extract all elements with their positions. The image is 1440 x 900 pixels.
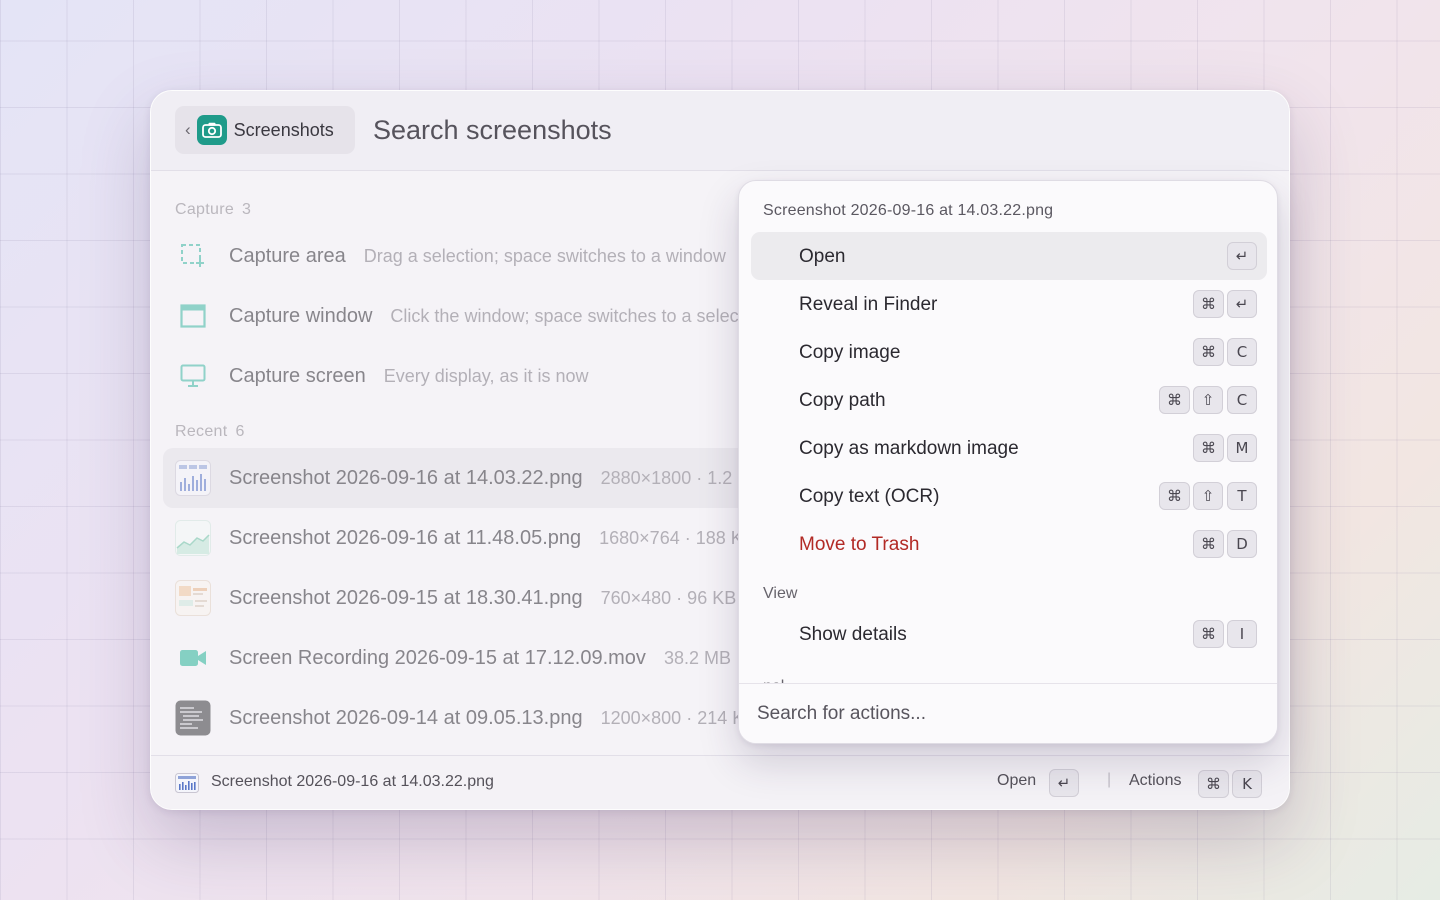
- shortcut-key: ⇧: [1193, 482, 1223, 510]
- search-input[interactable]: Search screenshots: [373, 115, 612, 146]
- action-label: Copy as markdown image: [799, 438, 1019, 459]
- footer-actions-key-k: K: [1232, 770, 1262, 798]
- section-count: 3: [242, 201, 252, 218]
- shortcut-key: ⌘: [1193, 530, 1224, 558]
- item-title: Screenshot 2026-09-14 at 09.05.13.png: [229, 706, 583, 729]
- shortcut-key: C: [1227, 386, 1257, 414]
- action-copy-text-ocr[interactable]: Copy text (OCR) ⌘ ⇧ T: [751, 472, 1267, 520]
- item-subtitle: Every display, as it is now: [383, 365, 589, 386]
- action-copy-markdown-image[interactable]: Copy as markdown image ⌘ M: [751, 424, 1267, 472]
- action-label: Show details: [799, 624, 907, 645]
- shortcut-key: ⌘: [1159, 482, 1190, 510]
- action-copy-image[interactable]: Copy image ⌘ C: [751, 328, 1267, 376]
- section-label: Recent: [175, 423, 228, 440]
- item-subtitle: 38.2 MB: [663, 647, 731, 668]
- chart-thumbnail-icon: [175, 460, 211, 496]
- action-move-to-trash[interactable]: Move to Trash ⌘ D: [751, 520, 1267, 568]
- footer-divider: |: [1107, 771, 1112, 788]
- item-subtitle: 1680×764 · 188 KB: [599, 527, 755, 548]
- item-title: Screenshot 2026-09-16 at 11.48.05.png: [229, 526, 582, 549]
- shortcut-key: ⌘: [1193, 338, 1224, 366]
- action-open[interactable]: Open ↵: [751, 232, 1267, 280]
- footer-actions-button[interactable]: Actions: [1129, 772, 1181, 790]
- action-label: Copy text (OCR): [799, 486, 940, 507]
- action-copy-path[interactable]: Copy path ⌘ ⇧ C: [751, 376, 1267, 424]
- section-count: 6: [235, 423, 245, 440]
- action-show-details[interactable]: Show details ⌘ I: [751, 610, 1267, 658]
- item-title: Screen Recording 2026-09-15 at 17.12.09.…: [229, 646, 646, 669]
- shortcut-key: ↵: [1227, 290, 1257, 318]
- item-title: Screenshot 2026-09-16 at 14.03.22.png: [229, 466, 583, 489]
- footer-actions-key-cmd: ⌘: [1198, 770, 1229, 798]
- selected-item-name: Screenshot 2026-09-16 at 14.03.22.png: [211, 773, 494, 790]
- item-subtitle: Click the window; space switches to a se…: [390, 305, 768, 326]
- shortcut-key: T: [1227, 482, 1257, 510]
- shortcut-key: ↵: [1227, 242, 1257, 270]
- camera-icon: [196, 115, 227, 145]
- action-label: Reveal in Finder: [799, 294, 938, 315]
- item-title: Screenshot 2026-09-15 at 18.30.41.png: [229, 586, 583, 609]
- area-chart-thumbnail-icon: [175, 520, 211, 556]
- actions-section-view: View: [763, 585, 798, 602]
- actions-search-input[interactable]: [757, 698, 1257, 730]
- shortcut-key: ⌘: [1193, 434, 1224, 462]
- breadcrumb[interactable]: ‹ Screenshots: [175, 106, 355, 154]
- action-reveal-in-finder[interactable]: Reveal in Finder ⌘ ↵: [751, 280, 1267, 328]
- shortcut-key: ⌘: [1193, 620, 1224, 648]
- chart-thumbnail-icon: [175, 773, 199, 793]
- video-camera-icon: [175, 640, 211, 676]
- chevron-left-icon[interactable]: ‹: [185, 120, 191, 140]
- shortcut-key: ⇧: [1193, 386, 1223, 414]
- actions-panel-title: Screenshot 2026-09-16 at 14.03.22.png: [763, 202, 1054, 219]
- action-label: Move to Trash: [799, 534, 920, 555]
- shortcut-key: M: [1227, 434, 1257, 462]
- item-title: Capture window: [229, 304, 373, 327]
- section-header-capture: Capture 3: [175, 201, 251, 219]
- item-subtitle: 760×480 · 96 KB: [600, 587, 737, 608]
- shortcut-key: C: [1227, 338, 1257, 366]
- footer-open-key: ↵: [1049, 769, 1079, 797]
- shortcut-key: D: [1227, 530, 1257, 558]
- actions-search-bar: [739, 683, 1277, 743]
- capture-screen-icon: [175, 358, 211, 394]
- shortcut-key: ⌘: [1159, 386, 1190, 414]
- actions-popover: Screenshot 2026-09-16 at 14.03.22.png Op…: [738, 180, 1278, 744]
- code-thumbnail-icon: [175, 700, 211, 736]
- footer: Screenshot 2026-09-16 at 14.03.22.png Op…: [151, 755, 1289, 809]
- footer-open-button[interactable]: Open: [997, 772, 1036, 790]
- breadcrumb-label: Screenshots: [233, 119, 334, 140]
- layout-thumbnail-icon: [175, 580, 211, 616]
- item-title: Capture area: [229, 244, 346, 267]
- section-header-recent: Recent 6: [175, 423, 245, 441]
- shortcut-key: I: [1227, 620, 1257, 648]
- item-subtitle: 1200×800 · 214 KB: [600, 707, 757, 728]
- item-subtitle: Drag a selection; space switches to a wi…: [363, 245, 726, 266]
- action-label: Copy path: [799, 390, 886, 411]
- header: ‹ Screenshots Search screenshots: [151, 91, 1289, 171]
- capture-window-icon: [175, 298, 211, 334]
- shortcut-key: ⌘: [1193, 290, 1224, 318]
- action-label: Open: [799, 246, 846, 267]
- item-title: Capture screen: [229, 364, 366, 387]
- action-label: Copy image: [799, 342, 901, 363]
- section-label: Capture: [175, 201, 235, 218]
- capture-area-icon: [175, 238, 211, 274]
